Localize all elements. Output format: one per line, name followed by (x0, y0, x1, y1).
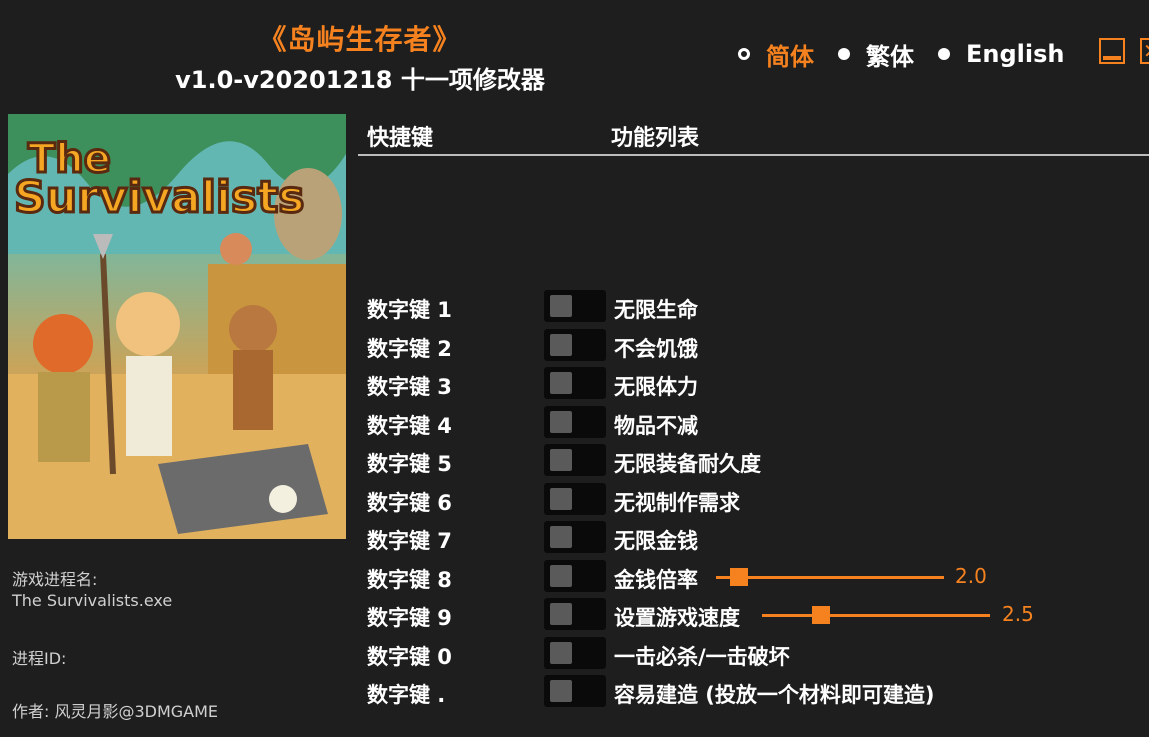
language-label: 简体 (766, 42, 814, 71)
language-selector: 简体 繁体 English (738, 36, 1088, 72)
toggle-knob (550, 680, 572, 702)
cheat-toggle[interactable] (544, 598, 606, 630)
cheat-name: 无限金钱 (614, 529, 698, 553)
cheat-toggle[interactable] (544, 290, 606, 322)
toggle-knob (550, 488, 572, 510)
cheat-name: 一击必杀/一击破坏 (614, 645, 790, 669)
cheat-row: 数字键 4 物品不减 (0, 404, 1149, 442)
cheat-name: 无视制作需求 (614, 491, 740, 515)
cheat-row: 数字键 9 设置游戏速度 2.5 (0, 596, 1149, 634)
trainer-version: v1.0-v20201218 十一项修改器 (175, 66, 545, 94)
close-button[interactable] (1140, 38, 1149, 64)
cheat-name: 物品不减 (614, 414, 698, 438)
toggle-knob (550, 603, 572, 625)
column-header-function: 功能列表 (611, 126, 700, 151)
language-option-english[interactable]: English (938, 40, 1064, 68)
header-divider (358, 154, 1149, 156)
radio-selected-icon (738, 48, 750, 60)
slider-thumb[interactable] (812, 606, 831, 624)
money-multiplier-slider[interactable] (716, 568, 944, 586)
toggle-knob (550, 295, 572, 317)
toggle-knob (550, 642, 572, 664)
cheat-row: 数字键 . 容易建造 (投放一个材料即可建造) (0, 673, 1149, 711)
cheat-row: 数字键 3 无限体力 (0, 365, 1149, 403)
language-label: English (966, 40, 1065, 68)
game-speed-slider[interactable] (762, 606, 990, 624)
hotkey-label: 数字键 1 (367, 298, 452, 322)
hotkey-label: 数字键 2 (367, 337, 452, 361)
cheat-row: 数字键 6 无视制作需求 (0, 481, 1149, 519)
hotkey-label: 数字键 3 (367, 375, 452, 399)
minimize-button[interactable] (1099, 38, 1125, 64)
cover-logo-line2: Survivalists (14, 172, 304, 223)
cheat-toggle[interactable] (544, 367, 606, 399)
cheat-row: 数字键 2 不会饥饿 (0, 327, 1149, 365)
language-option-simplified[interactable]: 简体 (738, 37, 814, 72)
toggle-knob (550, 449, 572, 471)
language-option-traditional[interactable]: 繁体 (838, 37, 914, 72)
cheat-name: 无限体力 (614, 375, 698, 399)
radio-icon (938, 48, 950, 60)
slider-value: 2.5 (1002, 602, 1034, 626)
cheat-toggle[interactable] (544, 329, 606, 361)
toggle-knob (550, 526, 572, 548)
language-label: 繁体 (866, 42, 914, 71)
toggle-knob (550, 565, 572, 587)
cheat-toggle[interactable] (544, 444, 606, 476)
cheat-name: 容易建造 (投放一个材料即可建造) (614, 683, 935, 707)
hotkey-label: 数字键 4 (367, 414, 452, 438)
cheat-toggle[interactable] (544, 406, 606, 438)
cheat-toggle[interactable] (544, 675, 606, 707)
cheat-toggle[interactable] (544, 483, 606, 515)
toggle-knob (550, 411, 572, 433)
cheat-name: 设置游戏速度 (614, 606, 740, 630)
cheat-toggle[interactable] (544, 521, 606, 553)
column-header-hotkey: 快捷键 (367, 126, 434, 151)
cheat-name: 无限装备耐久度 (614, 452, 761, 476)
slider-thumb[interactable] (729, 568, 748, 586)
cheat-toggle[interactable] (544, 637, 606, 669)
cheat-name: 不会饥饿 (614, 337, 698, 361)
cheat-row: 数字键 5 无限装备耐久度 (0, 442, 1149, 480)
hotkey-label: 数字键 . (367, 683, 446, 707)
cheat-name: 金钱倍率 (614, 568, 698, 592)
toggle-knob (550, 334, 572, 356)
radio-icon (838, 48, 850, 60)
trainer-title: 《岛屿生存者》 (258, 23, 462, 56)
hotkey-label: 数字键 0 (367, 645, 452, 669)
hotkey-label: 数字键 6 (367, 491, 452, 515)
cheat-name: 无限生命 (614, 298, 698, 322)
cheat-row: 数字键 0 一击必杀/一击破坏 (0, 635, 1149, 673)
cheat-row: 数字键 1 无限生命 (0, 288, 1149, 326)
cheat-row: 数字键 8 金钱倍率 2.0 (0, 558, 1149, 596)
slider-value: 2.0 (955, 564, 987, 588)
hotkey-label: 数字键 9 (367, 606, 452, 630)
cheat-row: 数字键 7 无限金钱 (0, 519, 1149, 557)
hotkey-label: 数字键 7 (367, 529, 452, 553)
hotkey-label: 数字键 5 (367, 452, 452, 476)
cheat-toggle[interactable] (544, 560, 606, 592)
hotkey-label: 数字键 8 (367, 568, 452, 592)
toggle-knob (550, 372, 572, 394)
